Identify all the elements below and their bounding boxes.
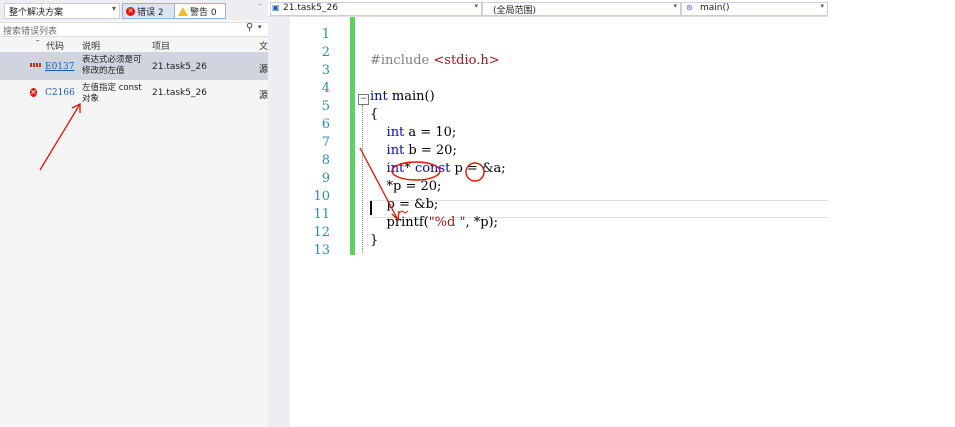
annotation-layer — [39, 102, 485, 222]
squiggle-underline — [398, 210, 409, 214]
circle-annotation — [465, 162, 485, 182]
arrow-annotation — [39, 102, 81, 171]
arrow-annotation — [359, 147, 400, 222]
circle-annotation — [391, 161, 441, 181]
